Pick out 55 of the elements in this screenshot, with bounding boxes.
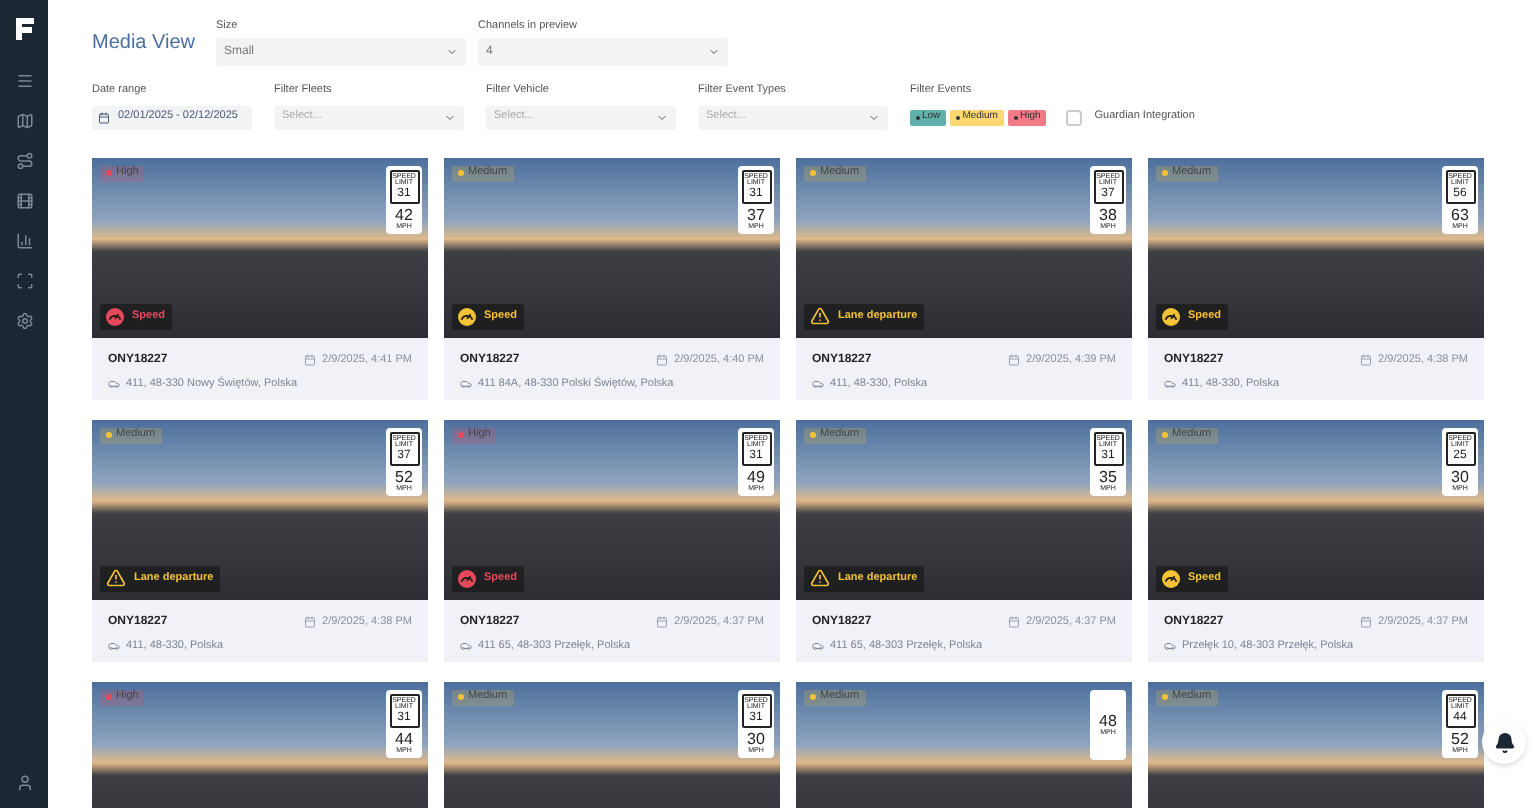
calendar-icon	[1008, 354, 1021, 366]
calendar-icon	[1008, 616, 1021, 628]
map-icon[interactable]	[15, 112, 33, 130]
current-speed: 63	[1451, 207, 1469, 223]
menu-icon[interactable]	[15, 72, 33, 90]
checkbox[interactable]	[1066, 109, 1083, 125]
warning-icon	[810, 306, 830, 326]
car-icon	[108, 377, 120, 390]
calendar-icon	[98, 111, 110, 123]
gauge-icon	[1162, 307, 1180, 325]
page-title: Media View	[92, 32, 192, 56]
current-speed: 49	[747, 469, 765, 485]
chevron-icon	[656, 111, 668, 123]
current-speed: 52	[1451, 731, 1469, 747]
bar-chart-icon[interactable]	[15, 232, 33, 250]
current-speed: 52	[395, 469, 413, 485]
gauge-icon	[458, 569, 476, 587]
car-icon	[1164, 377, 1176, 390]
warning-icon	[106, 568, 126, 588]
film-icon[interactable]	[15, 192, 33, 210]
current-speed: 44	[395, 731, 413, 747]
calendar-icon	[304, 354, 317, 366]
current-speed: 37	[747, 207, 765, 223]
grid-icon[interactable]	[15, 272, 33, 290]
route-icon[interactable]	[15, 152, 33, 170]
car-icon	[1164, 639, 1176, 652]
current-speed: 48	[1099, 713, 1117, 729]
bell-icon	[1493, 731, 1515, 753]
settings-icon[interactable]	[15, 312, 33, 330]
current-speed: 35	[1099, 469, 1117, 485]
calendar-icon	[1360, 354, 1373, 366]
calendar-icon	[1360, 616, 1373, 628]
car-icon	[812, 639, 824, 652]
car-icon	[460, 639, 472, 652]
current-speed: 42	[395, 207, 413, 223]
chevron-icon	[446, 46, 458, 59]
notification-button[interactable]	[1482, 720, 1526, 764]
calendar-icon	[304, 616, 317, 628]
calendar-icon	[656, 354, 669, 366]
chevron-icon	[708, 46, 720, 59]
user-icon[interactable]	[15, 774, 33, 792]
gauge-icon	[458, 307, 476, 325]
calendar-icon	[656, 616, 669, 628]
current-speed: 38	[1099, 207, 1117, 223]
chevron-icon	[868, 111, 880, 123]
current-speed: 30	[747, 731, 765, 747]
current-speed: 30	[1451, 469, 1469, 485]
warning-icon	[810, 568, 830, 588]
gauge-icon	[1162, 569, 1180, 587]
logo-icon	[15, 18, 33, 40]
car-icon	[460, 377, 472, 390]
chevron-icon	[444, 111, 456, 123]
car-icon	[812, 377, 824, 390]
gauge-icon	[106, 307, 124, 325]
car-icon	[108, 639, 120, 652]
